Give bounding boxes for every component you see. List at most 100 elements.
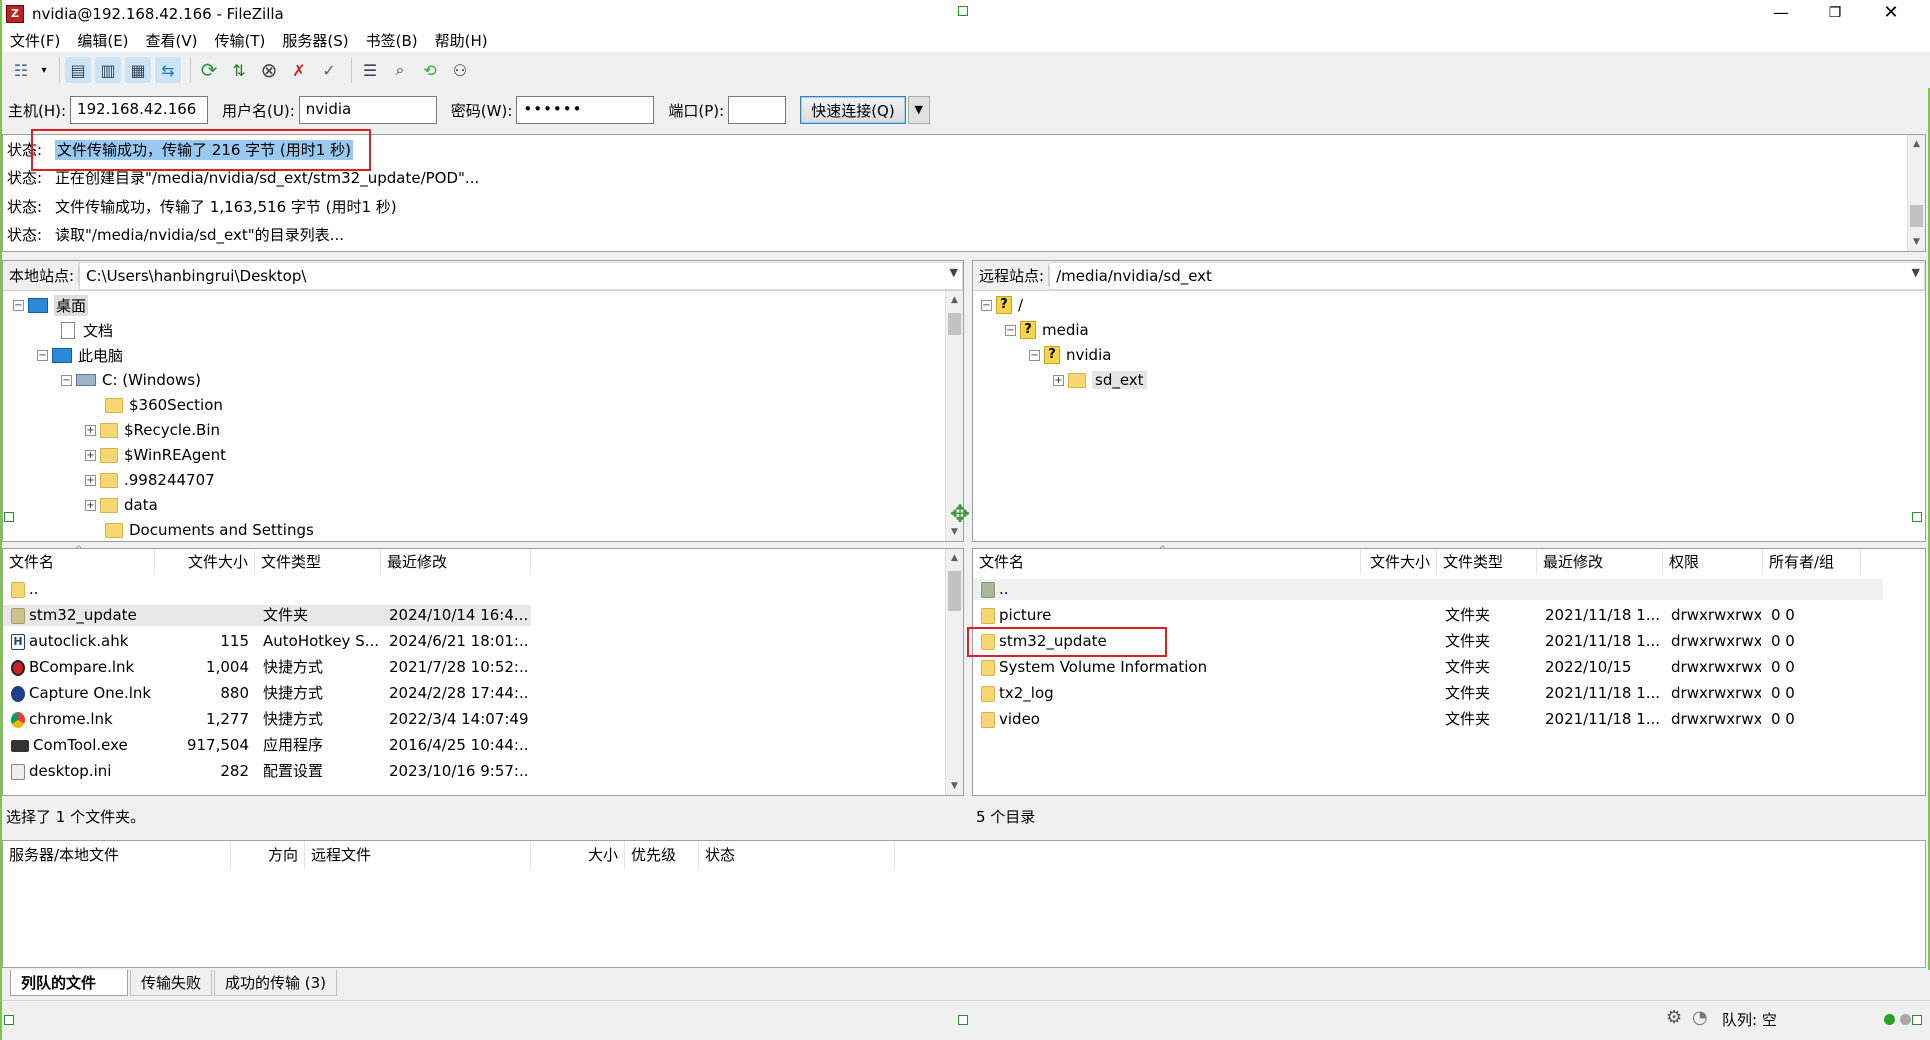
port-input[interactable]: [728, 96, 787, 124]
resize-handle[interactable]: [958, 6, 968, 16]
scroll-thumb[interactable]: [948, 571, 961, 611]
close-icon[interactable]: ✕: [1868, 0, 1914, 28]
local-site-path[interactable]: C:\Users\hanbingrui\Desktop\ ▼: [79, 261, 963, 290]
toggle-queue-icon[interactable]: ⇆: [155, 57, 181, 83]
table-row[interactable]: video 文件夹 2021/11/18 1... drwxrwxrwx 0 0: [973, 709, 1883, 730]
scroll-up-icon[interactable]: ▲: [946, 549, 963, 567]
scroll-down-icon[interactable]: ▼: [946, 777, 963, 795]
scroll-thumb[interactable]: [1910, 205, 1923, 227]
resize-handle[interactable]: [4, 1015, 14, 1025]
menu-server[interactable]: 服务器(S): [274, 30, 357, 51]
tree-node-folder[interactable]: $360Section: [105, 393, 223, 417]
scroll-up-icon[interactable]: ▲: [946, 291, 963, 309]
tree-node-media[interactable]: −? media: [1005, 318, 1089, 342]
column-header-size[interactable]: 文件大小: [155, 549, 255, 575]
filter-icon[interactable]: ☰: [357, 57, 383, 83]
compare-icon[interactable]: ⟲: [417, 57, 443, 83]
search-icon[interactable]: ⌕: [387, 57, 413, 83]
host-input[interactable]: 192.168.42.166: [70, 96, 209, 124]
tree-node-folder[interactable]: + $WinREAgent: [85, 443, 226, 467]
table-row[interactable]: picture 文件夹 2021/11/18 1... drwxrwxrwx 0…: [973, 605, 1883, 626]
tab-queued-files[interactable]: 列队的文件: [10, 970, 128, 996]
tree-node-folder[interactable]: + data: [85, 493, 158, 517]
speed-limit-icon[interactable]: ◔: [1692, 1007, 1708, 1028]
log-scrollbar[interactable]: ▲ ▼: [1907, 135, 1925, 251]
menu-bookmarks[interactable]: 书签(B): [358, 30, 427, 51]
tree-node-root[interactable]: −? /: [981, 293, 1023, 317]
table-row[interactable]: ..: [973, 579, 1883, 600]
column-header-name[interactable]: 文件名: [973, 549, 1361, 575]
tree-node-sd-ext[interactable]: + sd_ext: [1053, 368, 1147, 392]
local-file-scrollbar[interactable]: ▲ ▼: [945, 549, 963, 795]
resize-handle[interactable]: [958, 1015, 968, 1025]
queue-header-size[interactable]: 大小: [531, 841, 625, 869]
menu-view[interactable]: 查看(V): [138, 30, 207, 51]
tab-successful-transfers[interactable]: 成功的传输 (3): [214, 970, 338, 996]
menu-edit[interactable]: 编辑(E): [69, 30, 137, 51]
column-header-modified[interactable]: 最近修改: [381, 549, 531, 575]
toggle-remote-tree-icon[interactable]: ▦: [125, 57, 151, 83]
resize-handle[interactable]: [1912, 512, 1922, 522]
column-header-modified[interactable]: 最近修改: [1537, 549, 1663, 575]
tree-node-folder[interactable]: Documents and Settings: [105, 518, 314, 541]
menu-help[interactable]: 帮助(H): [427, 30, 497, 51]
column-header-permissions[interactable]: 权限: [1663, 549, 1763, 575]
table-row[interactable]: desktop.ini 282 配置设置 2023/10/16 9:57:...: [3, 761, 531, 782]
queue-header-direction[interactable]: 方向: [231, 841, 305, 869]
column-header-type[interactable]: 文件类型: [1437, 549, 1537, 575]
process-queue-icon[interactable]: ⇅: [226, 57, 252, 83]
gear-icon[interactable]: ⚙: [1666, 1007, 1682, 1028]
table-row[interactable]: ComTool.exe 917,504 应用程序 2016/4/25 10:44…: [3, 735, 531, 756]
splitter-move-icon[interactable]: ✥: [950, 502, 970, 526]
password-input[interactable]: ••••••: [516, 96, 655, 124]
disconnect-icon[interactable]: ✗: [286, 57, 312, 83]
tree-node-documents[interactable]: 文档: [59, 318, 113, 342]
quickconnect-dropdown-icon[interactable]: ▼: [907, 96, 930, 124]
table-row[interactable]: Capture One.lnk 880 快捷方式 2024/2/28 17:44…: [3, 683, 531, 704]
table-row[interactable]: tx2_log 文件夹 2021/11/18 1... drwxrwxrwx 0…: [973, 683, 1883, 704]
minimize-icon[interactable]: —: [1758, 0, 1804, 28]
table-row[interactable]: chrome.lnk 1,277 快捷方式 2022/3/4 14:07:49: [3, 709, 531, 730]
chevron-down-icon[interactable]: ▼: [950, 266, 958, 279]
resize-handle[interactable]: [1912, 1015, 1922, 1025]
maximize-icon[interactable]: ❐: [1812, 0, 1858, 28]
menu-transfer[interactable]: 传输(T): [207, 30, 275, 51]
toggle-log-icon[interactable]: ▤: [65, 57, 91, 83]
tree-node-desktop[interactable]: − 桌面: [13, 293, 89, 317]
queue-header-remote[interactable]: 远程文件: [305, 841, 531, 869]
tab-failed-transfers[interactable]: 传输失败: [130, 970, 213, 996]
chevron-down-icon[interactable]: ▼: [1912, 266, 1920, 279]
remote-site-path[interactable]: /media/nvidia/sd_ext ▼: [1049, 261, 1925, 290]
toggle-local-tree-icon[interactable]: ▥: [95, 57, 121, 83]
resize-handle[interactable]: [4, 512, 14, 522]
table-row[interactable]: BCompare.lnk 1,004 快捷方式 2021/7/28 10:52:…: [3, 657, 531, 678]
tree-node-this-pc[interactable]: − 此电脑: [37, 343, 123, 367]
scroll-thumb[interactable]: [948, 313, 961, 335]
dropdown-icon[interactable]: ▾: [38, 57, 50, 83]
tree-node-folder[interactable]: + $Recycle.Bin: [85, 418, 220, 442]
scroll-down-icon[interactable]: ▼: [1908, 233, 1925, 251]
tree-node-folder[interactable]: + .998244707: [85, 468, 215, 492]
column-header-owner[interactable]: 所有者/组: [1763, 549, 1861, 575]
site-manager-icon[interactable]: ☷: [8, 57, 34, 83]
column-header-size[interactable]: 文件大小: [1361, 549, 1437, 575]
local-site-bar: 本地站点: C:\Users\hanbingrui\Desktop\ ▼: [3, 261, 963, 291]
refresh-icon[interactable]: ⟳: [196, 57, 222, 83]
queue-header-priority[interactable]: 优先级: [625, 841, 699, 869]
user-input[interactable]: nvidia: [298, 96, 437, 124]
table-row[interactable]: ..: [3, 579, 531, 600]
tree-node-c-drive[interactable]: − C: (Windows): [61, 368, 201, 392]
reconnect-icon[interactable]: ✓: [316, 57, 342, 83]
queue-header-local[interactable]: 服务器/本地文件: [3, 841, 231, 869]
tree-node-nvidia[interactable]: −? nvidia: [1029, 343, 1111, 367]
column-header-type[interactable]: 文件类型: [255, 549, 381, 575]
binoculars-icon[interactable]: ⚇: [447, 57, 473, 83]
menu-file[interactable]: 文件(F): [2, 30, 69, 51]
quickconnect-button[interactable]: 快速连接(Q): [800, 96, 906, 124]
table-row[interactable]: System Volume Information 文件夹 2022/10/15…: [973, 657, 1883, 678]
table-row[interactable]: stm32_update 文件夹 2024/10/14 16:4...: [3, 605, 531, 626]
scroll-up-icon[interactable]: ▲: [1908, 135, 1925, 153]
queue-header-status[interactable]: 状态: [699, 841, 895, 869]
table-row[interactable]: Hautoclick.ahk 115 AutoHotkey S... 2024/…: [3, 631, 531, 652]
cancel-icon[interactable]: ⊗: [256, 57, 282, 83]
